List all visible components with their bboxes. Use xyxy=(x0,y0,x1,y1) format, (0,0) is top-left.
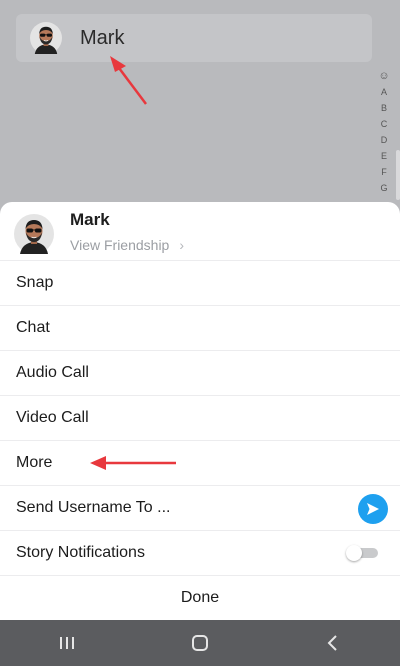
menu-item-label: Audio Call xyxy=(16,364,89,381)
send-arrow-icon[interactable] xyxy=(358,494,388,524)
bitmoji-avatar-icon xyxy=(30,22,62,54)
bitmoji-avatar-icon[interactable] xyxy=(14,214,54,254)
menu-item-label: Story Notifications xyxy=(16,544,145,561)
sheet-friend-name: Mark xyxy=(70,210,110,229)
friend-action-sheet: Mark View Friendship › Snap Chat Audio Ca… xyxy=(0,202,400,620)
friend-name: Mark xyxy=(80,26,125,49)
alpha-index-b[interactable]: B xyxy=(381,100,387,116)
back-icon[interactable] xyxy=(303,620,363,666)
menu-item-story-notifications[interactable]: Story Notifications xyxy=(0,530,400,575)
menu-item-snap[interactable]: Snap xyxy=(0,260,400,305)
recent-apps-icon[interactable] xyxy=(37,620,97,666)
view-friendship-link[interactable]: View Friendship › xyxy=(70,237,184,253)
menu-item-audio-call[interactable]: Audio Call xyxy=(0,350,400,395)
android-nav-bar xyxy=(0,620,400,666)
menu-item-more[interactable]: More xyxy=(0,440,400,485)
menu-item-label: Snap xyxy=(16,274,54,291)
done-button[interactable]: Done xyxy=(0,575,400,620)
alpha-index-d[interactable]: D xyxy=(381,132,388,148)
alpha-index-a[interactable]: A xyxy=(381,84,387,100)
done-label: Done xyxy=(180,589,220,606)
menu-item-send-username[interactable]: Send Username To ... xyxy=(0,485,400,530)
friend-list-background: Mark ☺ A B C D E F G xyxy=(0,0,400,205)
menu-item-label: Video Call xyxy=(16,409,89,426)
scroll-handle[interactable] xyxy=(396,150,400,200)
menu-item-label: More xyxy=(16,454,53,471)
alpha-index-e[interactable]: E xyxy=(381,148,387,164)
alpha-index-f[interactable]: F xyxy=(381,164,387,180)
menu-item-chat[interactable]: Chat xyxy=(0,305,400,350)
menu-item-label: Send Username To ... xyxy=(16,499,171,516)
alpha-index-g[interactable]: G xyxy=(380,180,387,196)
sheet-header[interactable]: Mark View Friendship › xyxy=(0,202,400,260)
toggle-knob xyxy=(346,545,362,561)
alpha-index-c[interactable]: C xyxy=(381,116,388,132)
alphabet-index[interactable]: ☺ A B C D E F G xyxy=(376,68,392,196)
alpha-index-emoji[interactable]: ☺ xyxy=(378,68,389,84)
menu-item-video-call[interactable]: Video Call xyxy=(0,395,400,440)
story-notifications-toggle[interactable] xyxy=(346,545,378,561)
home-icon[interactable] xyxy=(170,620,230,666)
view-friendship-label: View Friendship xyxy=(70,237,170,253)
chevron-right-icon: › xyxy=(179,237,185,253)
friend-row-mark[interactable]: Mark xyxy=(16,14,372,62)
menu-item-label: Chat xyxy=(16,319,50,336)
